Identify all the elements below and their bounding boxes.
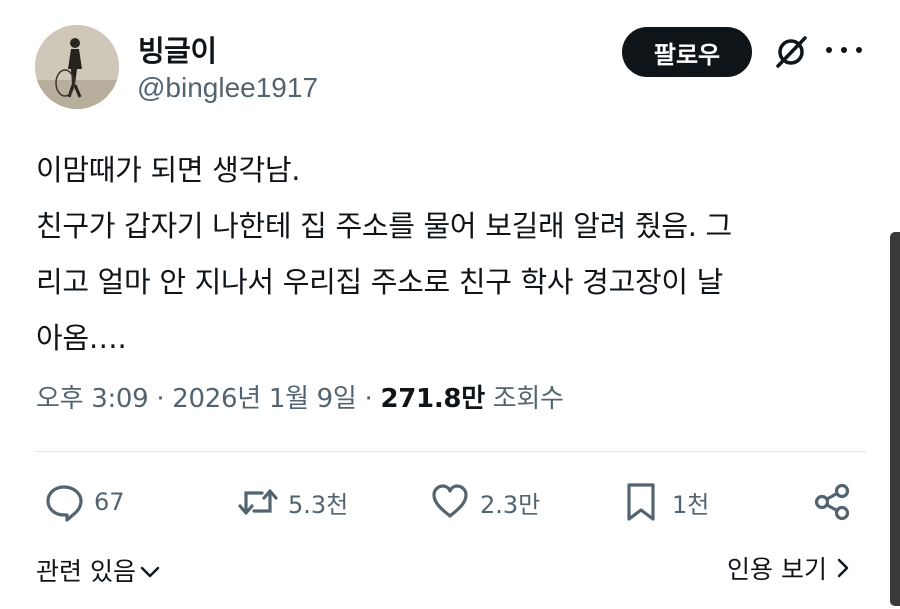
tweet-date[interactable]: 2026년 1월 9일 — [172, 384, 357, 414]
repost-button[interactable]: 5.3천 — [238, 482, 348, 522]
like-button[interactable]: 2.3만 — [430, 482, 540, 522]
follow-button[interactable]: 팔로우 — [622, 27, 752, 77]
grok-slash-icon[interactable] — [772, 33, 810, 71]
more-dots-icon[interactable] — [826, 35, 862, 65]
chevron-down-icon — [140, 566, 160, 578]
related-label: 관련 있음 — [36, 557, 136, 586]
bookmark-icon — [627, 483, 655, 521]
view-quotes-link[interactable]: 인용 보기 — [727, 550, 849, 586]
bookmark-count: 1천 — [672, 490, 710, 519]
views-count: 271.8만 — [380, 384, 485, 414]
share-icon[interactable] — [812, 482, 852, 522]
quotes-label: 인용 보기 — [727, 555, 827, 584]
reply-count: 67 — [94, 488, 125, 516]
bookmark-button[interactable]: 1천 — [622, 482, 709, 522]
tweet-text: 이맘때가 되면 생각남. 친구가 갑자기 나한테 집 주소를 물어 보길래 알려… — [36, 153, 732, 355]
scrollbar[interactable] — [890, 232, 900, 606]
reply-button[interactable]: 67 — [44, 482, 125, 522]
divider — [36, 451, 866, 452]
like-count: 2.3만 — [480, 490, 541, 519]
tweet-meta: 오후 3:09 · 2026년 1월 9일 · 271.8만 조회수 — [36, 378, 564, 415]
meta-separator: · — [364, 384, 373, 414]
chevron-right-icon — [837, 558, 849, 578]
repost-count: 5.3천 — [288, 490, 349, 519]
related-toggle[interactable]: 관련 있음 — [36, 552, 160, 588]
avatar[interactable] — [35, 25, 119, 109]
reply-icon — [46, 485, 83, 522]
repost-icon — [238, 489, 278, 515]
meta-separator: · — [156, 384, 165, 414]
views-label: 조회수 — [492, 384, 564, 414]
heart-icon — [432, 484, 468, 518]
user-handle[interactable]: @binglee1917 — [137, 72, 318, 104]
display-name[interactable]: 빙글이 — [138, 28, 217, 70]
tweet-time[interactable]: 오후 3:09 — [36, 384, 149, 414]
